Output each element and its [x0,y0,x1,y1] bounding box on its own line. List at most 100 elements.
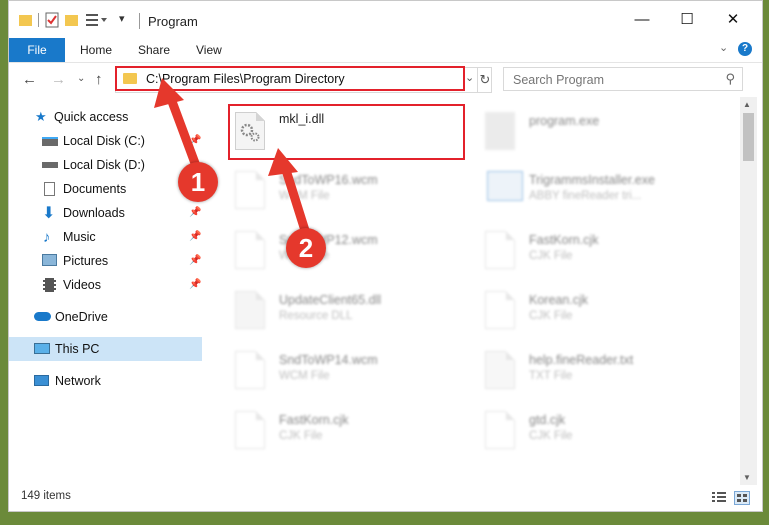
title-bar: ▾ Program — ☐ ✕ [9,1,762,37]
sidebar-item-downloads[interactable]: ⬇ Downloads 📌 [9,201,202,225]
file-name: Korean.cjk [529,293,589,307]
file-type: CJK File [529,250,573,262]
vertical-scrollbar[interactable]: ▲ ▼ [740,97,757,485]
folder-icon [19,15,32,26]
file-icon [235,231,265,269]
file-type: TXT File [529,370,573,382]
scroll-up-icon[interactable]: ▲ [743,100,751,109]
file-item[interactable]: FastKorn.cjk CJK File [481,223,721,281]
file-icon [485,291,515,329]
address-dropdown-chevron-icon[interactable]: ⌄ [465,71,474,84]
large-icons-view-icon[interactable] [734,491,750,505]
scrollbar-thumb[interactable] [743,113,754,161]
file-name: UpdateClient65.dll [279,293,382,307]
search-box[interactable]: ⚲ [503,67,743,91]
search-icon[interactable]: ⚲ [725,71,735,87]
sidebar-item-label: Network [55,374,101,388]
refresh-icon[interactable]: ↻ [477,68,492,92]
pin-icon[interactable]: 📌 [189,201,201,225]
installer-icon [487,171,523,201]
quick-access-dropdown-icon[interactable]: ▾ [119,12,125,25]
new-folder-icon[interactable] [65,15,78,26]
video-icon [43,278,56,292]
file-type: WCM File [279,370,330,382]
file-name: gtd.cjk [529,413,566,427]
document-icon [44,182,55,196]
close-button[interactable]: ✕ [718,9,748,31]
sidebar-item-network[interactable]: Network [9,369,202,393]
sidebar-item-label: Local Disk (C:) [63,134,145,148]
file-item[interactable]: SndToWP12.wcm WCM File [231,223,471,281]
scroll-down-icon[interactable]: ▼ [743,473,751,482]
drive-icon [42,137,58,146]
cloud-icon [34,312,51,321]
network-icon [34,375,49,386]
navigation-bar: ← → ⌄ ↑ C:\Program Files\Program Directo… [9,63,762,97]
tab-file[interactable]: File [9,38,65,62]
minimize-button[interactable]: — [627,9,657,31]
file-name: program.exe [529,114,600,128]
star-icon: ★ [35,109,47,124]
help-icon[interactable]: ? [738,42,752,56]
file-highlight-box [228,104,465,160]
divider [38,13,39,27]
sidebar-item-label: Quick access [54,110,129,124]
exe-file-icon [485,112,515,150]
file-item[interactable]: TrigrammsInstaller.exe ABBY fineReader t… [481,163,721,221]
step-badge-2: 2 [286,228,326,268]
file-explorer-window: ▾ Program — ☐ ✕ File Home Share View ⌄ ?… [8,0,763,512]
file-item[interactable]: SndToWP14.wcm WCM File [231,343,471,401]
sidebar-item-label: Downloads [63,206,125,220]
file-type: CJK File [529,430,573,442]
properties-icon[interactable] [45,12,59,31]
sidebar-item-pictures[interactable]: Pictures 📌 [9,249,202,273]
sidebar-item-onedrive[interactable]: OneDrive [9,305,202,329]
file-item[interactable]: FastKorn.cjk CJK File [231,403,471,461]
file-name: FastKorn.cjk [529,233,599,247]
tab-share[interactable]: Share [138,38,170,62]
pin-icon[interactable]: 📌 [189,225,201,249]
customize-icon[interactable] [86,13,110,30]
pin-icon[interactable]: 📌 [189,249,201,273]
tab-view[interactable]: View [196,38,222,62]
text-file-icon [485,351,515,389]
sidebar-item-this-pc[interactable]: This PC [9,337,202,361]
divider [139,13,140,29]
pictures-icon [42,254,57,266]
status-bar: 149 items [9,487,762,509]
file-item[interactable]: help.fineReader.txt TXT File [481,343,721,401]
ribbon-tabs: File Home Share View ⌄ ? [9,38,762,63]
sidebar-item-videos[interactable]: Videos 📌 [9,273,202,297]
file-item[interactable]: SndToWP16.wcm WCM File [231,163,471,221]
computer-icon [34,343,50,354]
search-input[interactable] [511,69,715,91]
file-type: Resource DLL [279,310,353,322]
file-icon [485,231,515,269]
sidebar-item-label: Documents [63,182,127,196]
tab-home[interactable]: Home [80,38,112,62]
maximize-button[interactable]: ☐ [672,9,702,31]
item-count: 149 items [21,490,71,502]
expand-ribbon-chevron-icon[interactable]: ⌄ [719,41,728,54]
sidebar-item-label: OneDrive [55,310,108,324]
pin-icon[interactable]: 📌 [189,273,201,297]
file-item[interactable]: UpdateClient65.dll Resource DLL [231,283,471,341]
details-view-icon[interactable] [712,491,726,503]
up-arrow-icon[interactable]: ↑ [95,71,103,88]
file-item[interactable]: gtd.cjk CJK File [481,403,721,461]
sidebar-item-label: Local Disk (D:) [63,158,145,172]
file-type: CJK File [529,310,573,322]
window-title: Program [148,14,198,29]
file-item[interactable]: program.exe [481,104,721,162]
sidebar-item-label: Music [63,230,96,244]
file-icon [235,351,265,389]
file-name: FastKorn.cjk [279,413,349,427]
file-type: CJK File [279,430,323,442]
recent-locations-chevron-icon[interactable]: ⌄ [77,73,85,84]
forward-arrow-icon[interactable]: → [51,71,66,88]
file-item[interactable]: Korean.cjk CJK File [481,283,721,341]
back-arrow-icon[interactable]: ← [22,71,37,88]
sidebar-item-music[interactable]: ♪ Music 📌 [9,225,202,249]
sidebar-item-label: Pictures [63,254,109,268]
dll-file-icon [235,291,265,329]
